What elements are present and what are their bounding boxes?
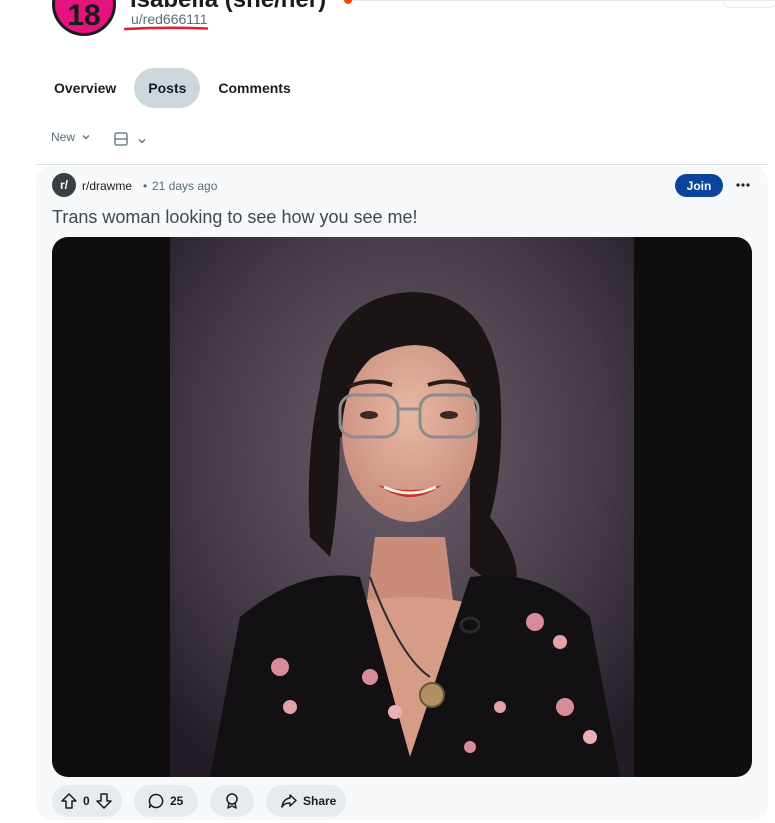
tab-posts[interactable]: Posts	[134, 68, 201, 108]
share-icon	[281, 794, 297, 808]
comment-icon	[148, 793, 164, 809]
post-title[interactable]: Trans woman looking to see how you see m…	[52, 207, 418, 228]
sort-dropdown[interactable]: New	[51, 130, 91, 144]
subreddit-name[interactable]: r/drawme	[82, 179, 132, 193]
feed-divider	[36, 164, 768, 165]
header-divider	[344, 0, 775, 1]
vote-count: 0	[83, 794, 90, 808]
separator-dot: •	[143, 179, 148, 193]
sort-label: New	[51, 130, 76, 144]
chevron-down-icon[interactable]	[137, 136, 147, 146]
downvote-icon[interactable]	[95, 792, 113, 810]
username: u/red666111	[131, 11, 208, 27]
award-icon	[226, 793, 238, 809]
tab-comments[interactable]: Comments	[204, 68, 304, 108]
upvote-icon[interactable]	[60, 792, 78, 810]
online-dot-icon	[344, 0, 352, 4]
avatar[interactable]: 18	[52, 0, 116, 36]
share-button[interactable]: Share	[266, 785, 346, 817]
post-time: 21 days ago	[152, 179, 218, 193]
layout-icon[interactable]	[114, 132, 128, 146]
comment-count: 25	[170, 794, 184, 808]
header-control[interactable]	[722, 0, 775, 8]
join-button[interactable]: Join	[675, 174, 723, 197]
share-label: Share	[303, 794, 337, 808]
tab-overview[interactable]: Overview	[40, 68, 130, 108]
avatar-text: 18	[67, 0, 101, 32]
vote-control: 0	[52, 785, 122, 817]
chevron-down-icon	[82, 135, 90, 140]
comments-button[interactable]: 25	[134, 785, 198, 817]
award-button[interactable]	[210, 785, 254, 817]
subreddit-icon[interactable]: r/	[52, 173, 76, 197]
red-underline-annotation	[124, 26, 208, 31]
profile-tabs: Overview Posts Comments	[40, 68, 305, 108]
portrait-photo	[170, 237, 634, 777]
post-image[interactable]	[52, 237, 752, 777]
more-icon[interactable]	[734, 177, 752, 193]
profile-page: 18 Isabella (she/her) u/red666111 Overvi…	[0, 0, 775, 823]
